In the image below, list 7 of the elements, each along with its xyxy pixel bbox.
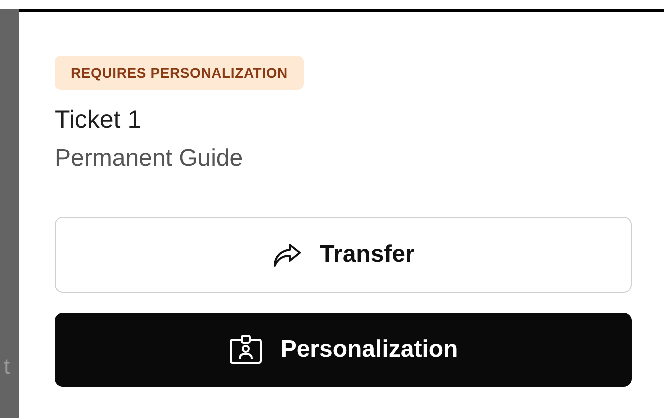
id-badge-icon (228, 335, 263, 365)
status-badge: REQUIRES PERSONALIZATION (55, 56, 304, 90)
transfer-button[interactable]: Transfer (55, 217, 632, 293)
ticket-type: Permanent Guide (55, 145, 244, 173)
ticket-title: Ticket 1 (55, 106, 142, 135)
personalization-button[interactable]: Personalization (55, 313, 632, 387)
share-icon (272, 242, 302, 268)
